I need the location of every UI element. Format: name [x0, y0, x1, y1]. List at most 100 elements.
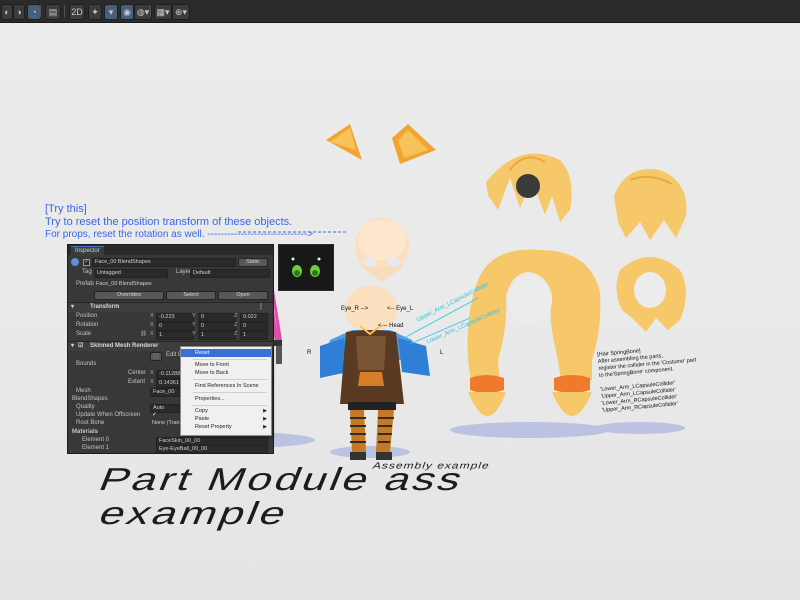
menu-separator — [193, 405, 267, 406]
toolbar-separator — [40, 5, 41, 17]
hair-springbone-note: [Hair SpringBone] After assembling the pa… — [597, 343, 700, 414]
hint-line-3: For props, reset the rotation as well. -… — [45, 229, 314, 240]
select-button[interactable]: Select — [166, 291, 216, 300]
toolbar-button-5[interactable]: ✦ — [88, 4, 102, 20]
prefab-name: Face_00 BlendShapes — [96, 281, 152, 287]
smr-enabled-checkbox[interactable]: ☑ — [78, 342, 83, 351]
rotation-label: Rotation — [76, 322, 99, 328]
more-icon[interactable]: ⋮ — [258, 303, 264, 312]
toolbar-button-0[interactable]: ◐ — [1, 4, 13, 20]
title-line-2: example — [93, 496, 296, 532]
menu-item-label: Move to Back — [195, 370, 229, 376]
scale-x-field[interactable]: 1 — [156, 331, 194, 340]
menu-separator — [193, 379, 267, 380]
head-base — [355, 218, 409, 282]
hint-line-1: [Try this] — [45, 203, 87, 215]
toolbar-button-9[interactable]: ▦▾ — [154, 4, 172, 20]
element-1-field[interactable]: Eye-EyeBall_00_00 — [156, 445, 268, 453]
menu-item-label: Find References In Scene — [195, 383, 259, 389]
transform-title: Transform — [90, 304, 120, 310]
smr-title: Skinned Mesh Renderer — [90, 343, 159, 349]
menu-item-label: Copy — [195, 408, 208, 414]
tag-label: Tag — [82, 269, 92, 275]
menu-item-label: Paste — [195, 416, 210, 422]
transform-header[interactable]: ▾ Transform ⋮ — [68, 302, 273, 312]
face-texture-preview — [278, 244, 334, 291]
object-icon — [71, 258, 79, 266]
prefab-label: Prefab — [76, 281, 94, 287]
element-1-label: Element 1 — [82, 445, 110, 451]
rotation-row: Rotation X0 Y0 Z0 — [68, 321, 273, 331]
chevron-right-icon: ▶ — [263, 408, 267, 414]
inspector-tabbar: Inspector — [68, 245, 273, 256]
scale-y-field[interactable]: 1 — [198, 331, 236, 340]
inspector-tab-label: Inspector — [75, 248, 100, 254]
menu-item-paste[interactable]: Paste ▶ — [181, 415, 271, 423]
scale-row: Scale ⛓ X1 Y1 Z1 — [68, 330, 273, 340]
link-icon[interactable]: ⛓ — [140, 330, 147, 339]
hair-front — [486, 153, 572, 222]
toolbar-separator — [150, 5, 151, 17]
prefab-buttons-row: Overrides Select Open — [68, 290, 273, 300]
tag-dropdown[interactable]: Untagged — [94, 269, 168, 278]
context-menu: Reset Move to Front Move to Back Find Refer… — [180, 346, 272, 436]
hair-side-top — [614, 169, 687, 240]
root-bone-field[interactable]: None (Trans — [150, 420, 184, 427]
menu-item-find-references-in-scene[interactable]: Find References In Scene — [181, 382, 271, 390]
menu-item-properties[interactable]: Properties... — [181, 395, 271, 403]
hair-back — [467, 249, 601, 416]
toolbar-button-4[interactable]: 2D — [69, 4, 85, 20]
chevron-down-icon: ▾ — [71, 343, 75, 349]
label-r-mark: R — [307, 350, 312, 356]
scale-label: Scale — [76, 331, 92, 337]
menu-item-label: Reset Property — [195, 424, 232, 430]
overrides-dropdown[interactable]: Overrides — [94, 291, 164, 300]
layer-label: Layer — [176, 269, 192, 275]
toolbar-button-10[interactable]: ⊕▾ — [172, 4, 190, 20]
chevron-right-icon: ▶ — [263, 424, 267, 430]
menu-item-copy[interactable]: Copy ▶ — [181, 407, 271, 415]
tag-layer-row: Tag Untagged Layer Default — [68, 268, 273, 278]
menu-separator — [193, 359, 267, 360]
menu-separator — [193, 392, 267, 393]
position-row: Position X -0.223 Y0 Z 0.022 — [68, 312, 273, 322]
position-label: Position — [76, 313, 98, 319]
chevron-down-icon: ▾ — [71, 304, 75, 310]
extent-label: Extent — [128, 379, 146, 385]
menu-item-move-to-front[interactable]: Move to Front — [181, 361, 271, 369]
hair-ring — [616, 257, 686, 332]
menu-item-reset[interactable]: Reset — [181, 349, 271, 357]
toolbar-button-6[interactable]: ▾ — [104, 4, 118, 20]
menu-item-label: Move to Front — [195, 362, 229, 368]
open-button[interactable]: Open — [218, 291, 268, 300]
scene-toolbar: ◐ ◑ ◔ ▤ 2D ✦ ▾ ◉ ◍▾ ▦▾ ⊕▾ — [0, 0, 800, 23]
prefab-row: Prefab Face_00 BlendShapes — [68, 280, 273, 289]
scale-z-field[interactable]: 1 — [240, 331, 268, 340]
bounds-label: Bounds — [76, 361, 97, 367]
toolbar-separator — [64, 5, 65, 17]
toolbar-button-7[interactable]: ◉ — [120, 4, 134, 20]
toolbar-button-2[interactable]: ◔ — [27, 4, 41, 20]
label-head: <--- Head — [378, 323, 404, 329]
tab-inspector[interactable]: Inspector — [71, 246, 104, 256]
label-eye-r: Eye_R --> — [341, 306, 369, 312]
object-name-field[interactable]: Face_00 BlendShapes — [92, 258, 236, 267]
character-body — [320, 285, 430, 460]
menu-item-move-to-back[interactable]: Move to Back — [181, 369, 271, 377]
label-eye-l: <-- Eye_L — [387, 306, 414, 312]
layer-dropdown[interactable]: Default — [190, 269, 270, 278]
hint-line-2: Try to reset the position transform of t… — [45, 216, 293, 228]
material-element-1: Element 1 Eye-EyeBall_00_00 — [68, 444, 273, 453]
root-bone-label: Root Bone — [76, 420, 105, 426]
menu-item-reset-property[interactable]: Reset Property ▶ — [181, 423, 271, 431]
title-line-1: Part Module ass — [93, 462, 471, 498]
object-header: ✓ Face_00 BlendShapes Static — [68, 257, 273, 268]
menu-item-label: Properties... — [195, 396, 225, 402]
toolbar-button-3[interactable]: ▤ — [45, 4, 61, 20]
static-toggle[interactable]: Static — [238, 258, 268, 267]
toolbar-button-1[interactable]: ◑ — [13, 4, 25, 20]
center-label: Center — [128, 370, 147, 376]
active-checkbox[interactable]: ✓ — [83, 259, 90, 266]
ear-parts — [326, 124, 436, 164]
chevron-right-icon: ▶ — [263, 416, 267, 422]
